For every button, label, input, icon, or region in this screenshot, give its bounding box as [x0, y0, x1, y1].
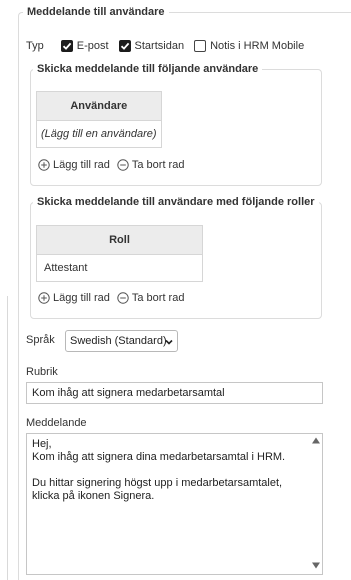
- table-row[interactable]: (Lägg till en användare): [36, 120, 162, 148]
- plus-circle-icon: [38, 292, 50, 304]
- checkbox-checked-icon[interactable]: [60, 40, 73, 52]
- roles-remove-row-label: Ta bort rad: [131, 292, 185, 304]
- startpage-checkbox[interactable]: Startsidan: [118, 40, 185, 52]
- roles-add-row-button[interactable]: Lägg till rad: [38, 292, 110, 304]
- section-title: Meddelande till användare: [27, 6, 165, 18]
- subject-label: Rubrik: [26, 366, 58, 378]
- roles-table: Roll Attestant: [36, 225, 203, 282]
- users-column-header[interactable]: Användare: [36, 91, 162, 121]
- minus-circle-icon: [117, 292, 129, 304]
- users-add-row-label: Lägg till rad: [53, 159, 110, 171]
- roles-remove-row-button[interactable]: Ta bort rad: [117, 292, 185, 304]
- email-checkbox[interactable]: E-post: [60, 40, 109, 52]
- language-select-value: Swedish (Standard): [70, 335, 167, 347]
- roles-column-header[interactable]: Roll: [36, 225, 203, 255]
- users-table: Användare (Lägg till en användare): [36, 91, 162, 148]
- roles-group-title: Skicka meddelande till användare med föl…: [37, 196, 315, 208]
- roles-add-row-label: Lägg till rad: [53, 292, 110, 304]
- users-add-row-button[interactable]: Lägg till rad: [38, 159, 110, 171]
- subject-input[interactable]: Kom ihåg att signera medarbetarsamtal: [26, 382, 323, 404]
- add-user-placeholder[interactable]: (Lägg till en användare): [36, 120, 162, 148]
- type-label: Typ: [26, 40, 44, 52]
- email-checkbox-label: E-post: [76, 40, 109, 52]
- plus-circle-icon: [38, 159, 50, 171]
- language-label: Språk: [26, 334, 55, 346]
- checkbox-unchecked-icon[interactable]: [194, 40, 207, 52]
- startpage-checkbox-label: Startsidan: [134, 40, 185, 52]
- chevron-down-icon: [165, 339, 173, 345]
- users-row-actions: Lägg till rad Ta bort rad: [38, 158, 191, 172]
- message-textarea[interactable]: Hej, Kom ihåg att signera dina medarbeta…: [26, 433, 323, 575]
- users-remove-row-button[interactable]: Ta bort rad: [117, 159, 185, 171]
- table-row[interactable]: Attestant: [36, 254, 203, 282]
- role-cell[interactable]: Attestant: [36, 254, 203, 282]
- minus-circle-icon: [117, 159, 129, 171]
- message-label: Meddelande: [26, 417, 87, 429]
- scroll-down-arrow-icon[interactable]: [312, 562, 320, 569]
- mobile-notification-checkbox-label: Notis i HRM Mobile: [210, 40, 305, 52]
- type-row: Typ E-post Startsidan Notis i HRM Mobile: [26, 39, 314, 53]
- checkbox-checked-icon[interactable]: [118, 40, 131, 52]
- scroll-up-arrow-icon[interactable]: [312, 437, 320, 444]
- users-remove-row-label: Ta bort rad: [131, 159, 185, 171]
- language-select[interactable]: Swedish (Standard): [65, 330, 178, 352]
- mobile-notification-checkbox[interactable]: Notis i HRM Mobile: [194, 40, 304, 52]
- roles-row-actions: Lägg till rad Ta bort rad: [38, 291, 191, 305]
- left-panel-edge: [0, 296, 8, 580]
- users-group-title: Skicka meddelande till följande användar…: [37, 63, 259, 75]
